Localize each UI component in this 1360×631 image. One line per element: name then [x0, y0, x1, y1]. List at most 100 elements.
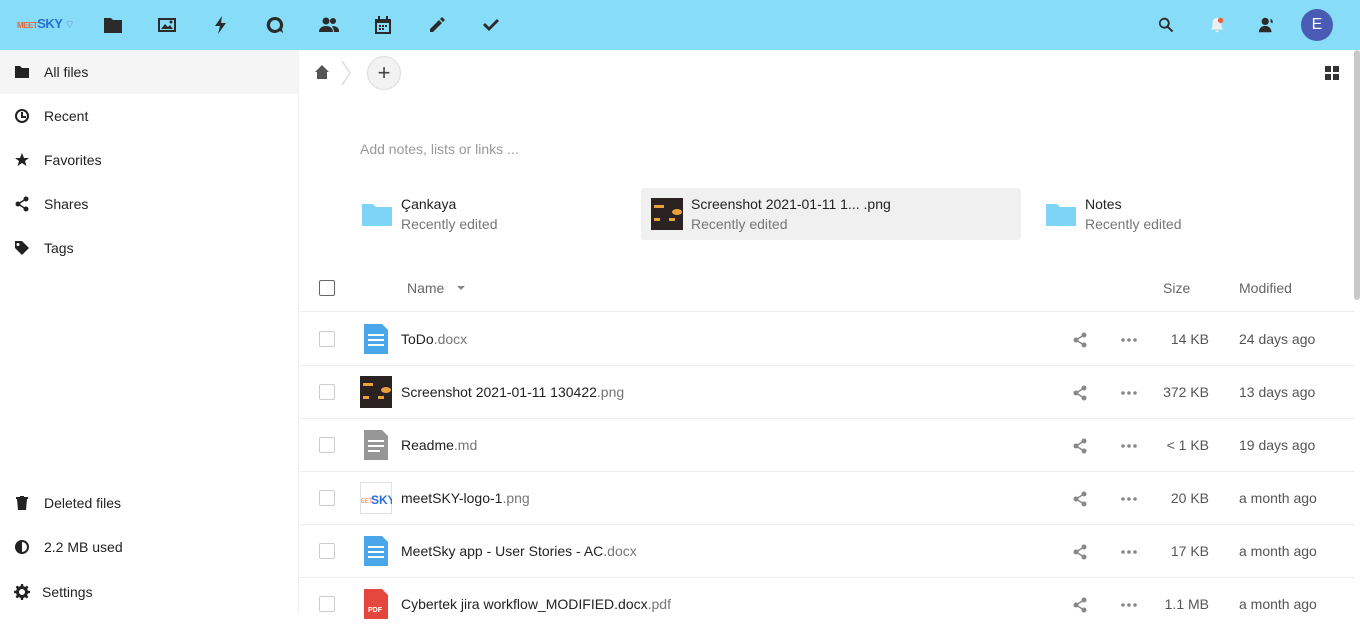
star-icon	[14, 152, 30, 168]
user-avatar[interactable]: E	[1301, 9, 1333, 41]
file-name[interactable]: ToDo.docx	[401, 331, 467, 347]
sidebar-item-shares[interactable]: Shares	[0, 182, 299, 226]
file-modified: a month ago	[1239, 596, 1317, 612]
sidebar-item-deleted-files[interactable]: Deleted files	[0, 481, 299, 525]
row-checkbox[interactable]	[319, 384, 335, 400]
sidebar-item-label: Settings	[42, 584, 93, 600]
notifications-icon[interactable]	[1206, 14, 1228, 36]
column-header-name[interactable]: Name	[407, 280, 444, 296]
add-new-button[interactable]: +	[367, 56, 401, 90]
rich-workspace-placeholder[interactable]: Add notes, lists or links ...	[360, 141, 519, 157]
text-file-icon	[364, 430, 388, 460]
photos-app-icon[interactable]	[155, 13, 179, 37]
image-thumbnail	[651, 198, 683, 230]
column-header-modified[interactable]: Modified	[1239, 280, 1292, 296]
activity-app-icon[interactable]	[209, 13, 233, 37]
contacts-app-icon[interactable]	[317, 13, 341, 37]
gear-icon	[14, 584, 30, 600]
sidebar-item-settings[interactable]: Settings	[0, 570, 299, 614]
sidebar-item-label: Tags	[44, 240, 74, 256]
sidebar-item-tags[interactable]: Tags	[0, 226, 299, 270]
file-name[interactable]: MeetSky app - User Stories - AC.docx	[401, 543, 637, 559]
column-header-size[interactable]: Size	[1163, 280, 1190, 296]
sidebar-item-label: 2.2 MB used	[44, 539, 123, 555]
file-modified: 13 days ago	[1239, 384, 1316, 400]
trash-icon	[14, 495, 30, 511]
table-row[interactable]: MeetSky app - User Stories - AC.docx 17 …	[300, 525, 1355, 578]
logo-text-sky: SKY	[37, 16, 63, 31]
breadcrumb-separator	[341, 60, 351, 86]
meetsky-logo[interactable]: MEETSKY ⌔	[17, 16, 75, 32]
folder-icon	[14, 64, 30, 80]
file-basename: Cybertek jira workflow_MODIFIED.docx	[401, 596, 648, 612]
main-content: + Add notes, lists or links ... Çankaya …	[300, 50, 1360, 619]
share-icon[interactable]	[1072, 385, 1088, 401]
top-bar: MEETSKY ⌔ E	[0, 0, 1360, 50]
quota-pie-icon	[14, 539, 30, 555]
folder-icon	[1046, 204, 1076, 226]
table-row[interactable]: PDF Cybertek jira workflow_MODIFIED.docx…	[300, 578, 1355, 631]
home-icon[interactable]	[314, 64, 330, 80]
row-checkbox[interactable]	[319, 490, 335, 506]
file-basename: Screenshot 2021-01-11 130422	[401, 384, 597, 400]
sidebar-item-label: All files	[44, 64, 89, 80]
vertical-scrollbar[interactable]	[1354, 50, 1360, 300]
image-thumbnail	[360, 376, 392, 408]
files-app-icon[interactable]	[101, 13, 125, 37]
file-modified: a month ago	[1239, 543, 1317, 559]
recent-item-cankaya[interactable]: Çankaya Recently edited	[351, 188, 681, 240]
more-actions-icon[interactable]	[1120, 597, 1138, 613]
recent-item-notes[interactable]: Notes Recently edited	[1035, 188, 1335, 240]
share-icon[interactable]	[1072, 597, 1088, 613]
file-size: 20 KB	[1170, 490, 1209, 506]
file-size: < 1 KB	[1166, 437, 1209, 453]
file-list-header: Name Size Modified	[300, 262, 1355, 312]
table-row[interactable]: ToDo.docx 14 KB 24 days ago	[300, 313, 1355, 366]
row-checkbox[interactable]	[319, 331, 335, 347]
file-name[interactable]: Screenshot 2021-01-11 130422.png	[401, 384, 624, 400]
clock-icon	[14, 108, 30, 124]
sidebar: All files Recent Favorites Shares Tags D…	[0, 50, 299, 613]
search-icon[interactable]	[1155, 14, 1177, 36]
share-icon[interactable]	[1072, 438, 1088, 454]
tasks-app-icon[interactable]	[479, 13, 503, 37]
more-actions-icon[interactable]	[1120, 491, 1138, 507]
more-actions-icon[interactable]	[1120, 438, 1138, 454]
more-actions-icon[interactable]	[1120, 332, 1138, 348]
share-icon[interactable]	[1072, 332, 1088, 348]
more-actions-icon[interactable]	[1120, 544, 1138, 560]
more-actions-icon[interactable]	[1120, 385, 1138, 401]
tag-icon	[14, 240, 30, 256]
row-checkbox[interactable]	[319, 596, 335, 612]
pdf-icon: PDF	[364, 589, 388, 619]
document-icon	[364, 324, 388, 354]
row-checkbox[interactable]	[319, 543, 335, 559]
file-name[interactable]: Readme.md	[401, 437, 477, 453]
notes-app-icon[interactable]	[425, 13, 449, 37]
recent-item-subtitle: Recently edited	[691, 216, 788, 232]
share-icon[interactable]	[1072, 491, 1088, 507]
contacts-menu-icon[interactable]	[1256, 14, 1278, 36]
row-checkbox[interactable]	[319, 437, 335, 453]
table-row[interactable]: EET SKY meetSKY-logo-1.png 20 KB a month …	[300, 472, 1355, 525]
recent-item-subtitle: Recently edited	[1085, 216, 1182, 232]
talk-app-icon[interactable]	[263, 13, 287, 37]
sidebar-item-recent[interactable]: Recent	[0, 94, 299, 138]
svg-text:SKY: SKY	[371, 493, 392, 507]
sidebar-item-all-files[interactable]: All files	[0, 50, 299, 94]
table-row[interactable]: Readme.md < 1 KB 19 days ago	[300, 419, 1355, 472]
table-row[interactable]: Screenshot 2021-01-11 130422.png 372 KB …	[300, 366, 1355, 419]
recent-item-screenshot[interactable]: Screenshot 2021-01-11 1... .png Recently…	[641, 188, 1021, 240]
share-icon[interactable]	[1072, 544, 1088, 560]
select-all-checkbox[interactable]	[319, 280, 335, 296]
file-name[interactable]: meetSKY-logo-1.png	[401, 490, 530, 506]
file-modified: a month ago	[1239, 490, 1317, 506]
grid-view-icon[interactable]	[1324, 65, 1340, 81]
calendar-app-icon[interactable]	[371, 13, 395, 37]
sidebar-item-favorites[interactable]: Favorites	[0, 138, 299, 182]
file-name[interactable]: Cybertek jira workflow_MODIFIED.docx.pdf	[401, 596, 671, 612]
share-icon	[14, 196, 30, 212]
sidebar-item-label: Favorites	[44, 152, 102, 168]
file-size: 1.1 MB	[1164, 596, 1209, 612]
sidebar-item-quota[interactable]: 2.2 MB used	[0, 525, 299, 569]
